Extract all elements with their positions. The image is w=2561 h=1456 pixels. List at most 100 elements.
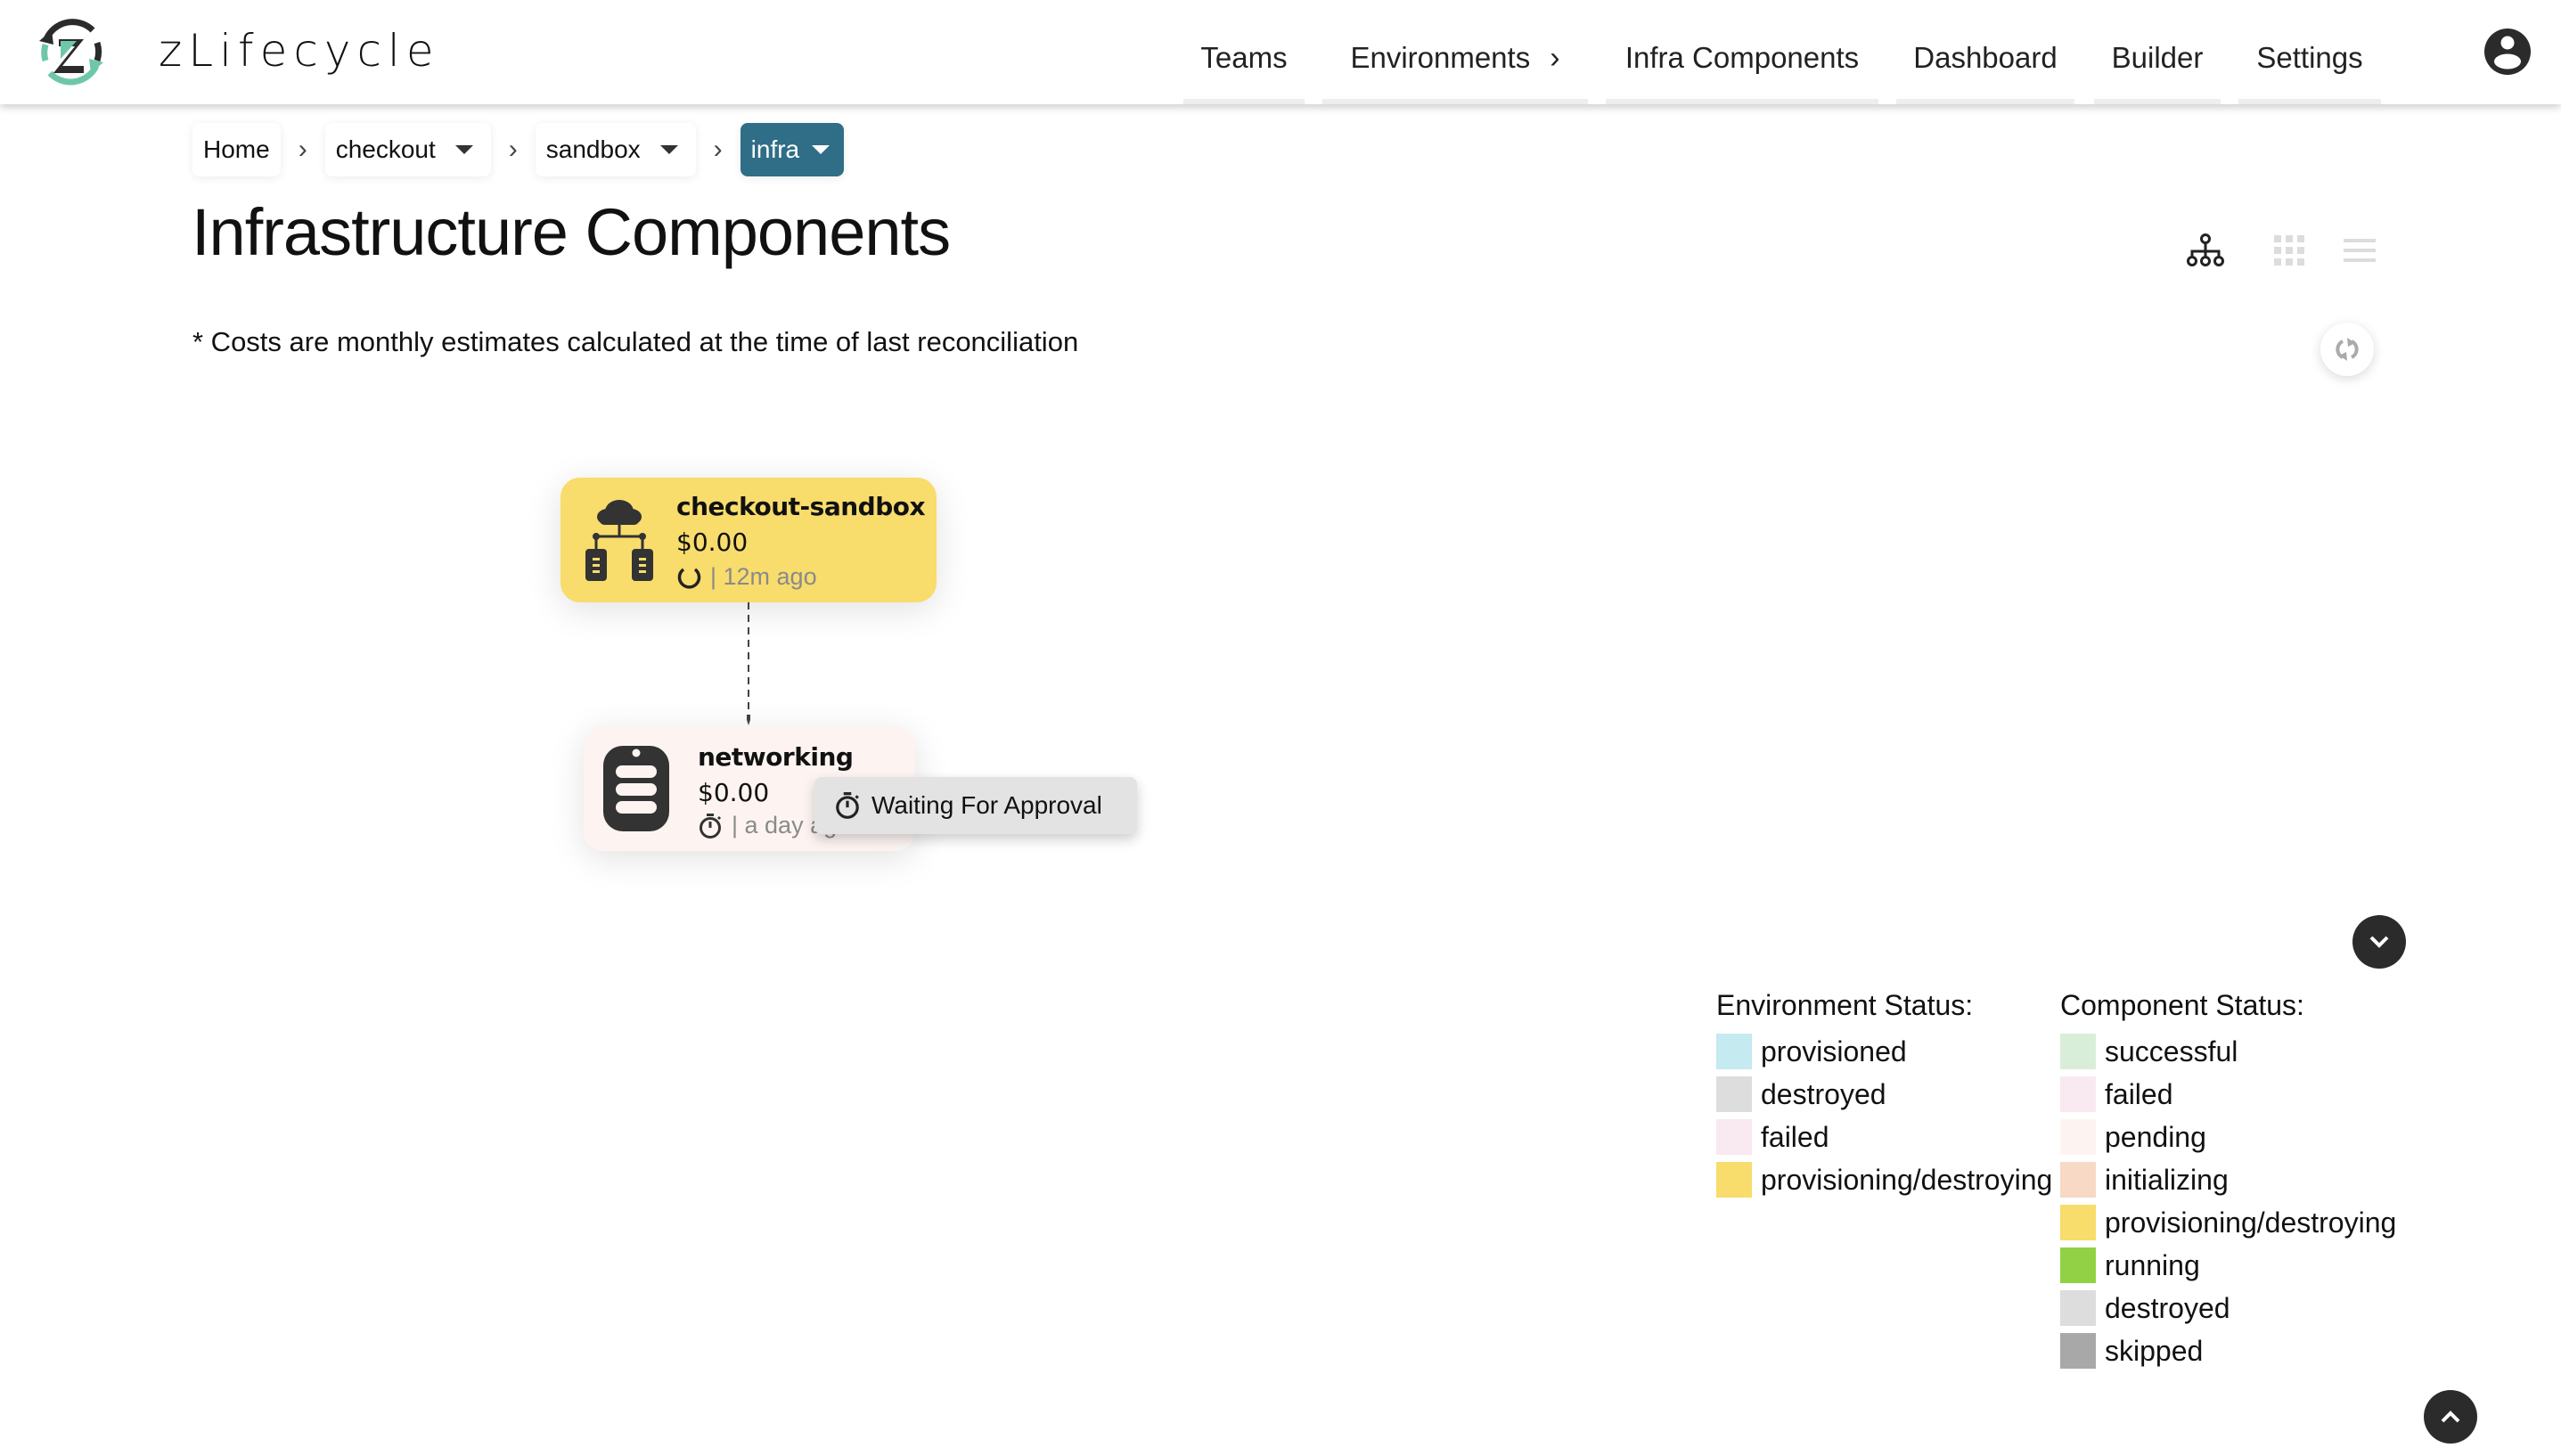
legend-item: failed	[2060, 1073, 2396, 1116]
legend-label: provisioning/destroying	[1761, 1163, 2053, 1196]
nav-environments-label: Environments ›	[1322, 41, 1588, 76]
nav-underline	[1606, 99, 1878, 104]
legend-swatch	[2060, 1034, 2096, 1069]
legend-swatch	[1716, 1162, 1752, 1198]
tooltip-text: Waiting For Approval	[871, 791, 1102, 819]
environment-updated-time: | 12m ago	[710, 563, 817, 590]
caret-down-icon	[659, 145, 678, 154]
legend-label: destroyed	[2105, 1291, 2230, 1324]
legend-item: provisioning/destroying	[2060, 1201, 2396, 1244]
caret-down-icon	[812, 145, 830, 154]
legend-swatch	[1716, 1076, 1752, 1112]
legend-label: provisioning/destroying	[2105, 1206, 2397, 1239]
legend-swatch	[2060, 1119, 2096, 1155]
environment-name: checkout-sandbox	[676, 492, 926, 521]
account-circle-icon[interactable]	[2484, 29, 2531, 75]
breadcrumb-team-dropdown[interactable]: checkout	[324, 123, 491, 176]
nav-builder-label: Builder	[2111, 41, 2204, 74]
legend-label: pending	[2105, 1120, 2206, 1153]
legend-item: initializing	[2060, 1158, 2396, 1201]
nav-underline	[1322, 99, 1588, 104]
page-title: Infrastructure Components	[192, 195, 951, 269]
legend-item: skipped	[2060, 1329, 2396, 1372]
legend-swatch	[2060, 1247, 2096, 1283]
chevron-down-icon	[2369, 936, 2389, 948]
legend-item: provisioned	[1716, 1030, 2052, 1073]
nav-settings[interactable]: Settings	[2238, 0, 2381, 104]
legend-swatch	[1716, 1034, 1752, 1069]
legend-label: running	[2105, 1248, 2200, 1281]
chevron-up-icon	[2441, 1411, 2460, 1423]
breadcrumb-infra-dropdown[interactable]: infra	[740, 123, 845, 176]
legend-label: failed	[2105, 1077, 2173, 1110]
legend-swatch	[2060, 1076, 2096, 1112]
chevron-right-icon: ›	[508, 135, 518, 164]
breadcrumb-team-label: checkout	[335, 135, 436, 163]
legend-item: failed	[1716, 1116, 2052, 1158]
list-view-icon[interactable]	[2340, 230, 2381, 271]
legend-title: Component Status:	[2060, 989, 2304, 1021]
legend-swatch	[2060, 1205, 2096, 1240]
environment-cost: $0.00	[676, 528, 749, 557]
component-status-legend: Component Status: successful failed pendin…	[2060, 989, 2396, 1372]
grid-view-icon[interactable]	[2269, 230, 2310, 271]
component-name: networking	[698, 742, 854, 772]
nav-teams-label: Teams	[1200, 41, 1288, 74]
nav-settings-label: Settings	[2256, 41, 2363, 74]
legend-label: skipped	[2105, 1334, 2204, 1367]
breadcrumb-home[interactable]: Home	[192, 123, 281, 176]
legend-swatch	[2060, 1290, 2096, 1326]
chevron-right-icon: ›	[298, 135, 307, 164]
legend-label: provisioned	[1761, 1035, 1907, 1067]
legend-item: destroyed	[2060, 1287, 2396, 1329]
legend-list: provisioned destroyed failed provisioning/d…	[1716, 1030, 2052, 1201]
nav-environments[interactable]: Environments ›	[1322, 0, 1588, 104]
environment-node[interactable]: checkout-sandbox $0.00 | 12m ago	[560, 478, 937, 602]
top-navbar: zLifecycle Teams Environments › Infra Com…	[0, 0, 2561, 104]
scroll-to-top-button[interactable]	[2424, 1390, 2477, 1444]
legend-swatch	[2060, 1162, 2096, 1198]
nav-underline	[1896, 99, 2074, 104]
nav-teams[interactable]: Teams	[1183, 0, 1305, 104]
legend-swatch	[1716, 1119, 1752, 1155]
dependency-edge	[747, 602, 750, 725]
environment-status-legend: Environment Status: provisioned destroyed…	[1716, 989, 2052, 1201]
environment-cloud-icon	[585, 500, 653, 581]
tree-view-icon[interactable]	[2185, 230, 2226, 271]
legend-label: failed	[1761, 1120, 1829, 1153]
legend-item: pending	[2060, 1116, 2396, 1158]
spinner-icon	[677, 568, 701, 589]
nav-underline	[1183, 99, 1305, 104]
legend-label: initializing	[2105, 1163, 2229, 1196]
legend-list: successful failed pending initializing provi…	[2060, 1030, 2396, 1372]
status-tooltip: Waiting For Approval	[814, 777, 1137, 834]
nav-infra-components-label: Infra Components	[1624, 41, 1860, 74]
stopwatch-icon	[836, 792, 859, 819]
breadcrumb-home-label: Home	[203, 135, 270, 163]
component-cost: $0.00	[698, 778, 770, 807]
environment-status-line: | 12m ago	[676, 563, 817, 591]
zlifecycle-logo-icon[interactable]	[34, 14, 109, 89]
breadcrumb-environment-dropdown[interactable]: sandbox	[535, 123, 696, 176]
breadcrumb: Home › checkout › sandbox › infra	[192, 123, 845, 176]
nav-infra-components[interactable]: Infra Components	[1606, 0, 1878, 104]
legend-label: successful	[2105, 1035, 2238, 1067]
legend-item: destroyed	[1716, 1073, 2052, 1116]
chevron-right-icon: ›	[1550, 41, 1560, 75]
breadcrumb-environment-label: sandbox	[545, 135, 641, 163]
legend-swatch	[2060, 1333, 2096, 1369]
stopwatch-icon	[700, 813, 722, 838]
legend-item: successful	[2060, 1030, 2396, 1073]
collapse-legend-button[interactable]	[2352, 915, 2406, 969]
refresh-button[interactable]	[2320, 323, 2374, 376]
nav-dashboard[interactable]: Dashboard	[1896, 0, 2074, 104]
nav-environments-text: Environments	[1350, 41, 1531, 74]
breadcrumb-infra-label: infra	[750, 135, 800, 163]
cost-disclaimer: * Costs are monthly estimates calculated…	[192, 326, 1079, 357]
refresh-icon	[2336, 338, 2359, 361]
legend-item: running	[2060, 1244, 2396, 1287]
brand-name[interactable]: zLifecycle	[159, 25, 440, 77]
nav-builder[interactable]: Builder	[2094, 0, 2221, 104]
legend-title: Environment Status:	[1716, 989, 1974, 1021]
component-icon	[603, 746, 669, 831]
